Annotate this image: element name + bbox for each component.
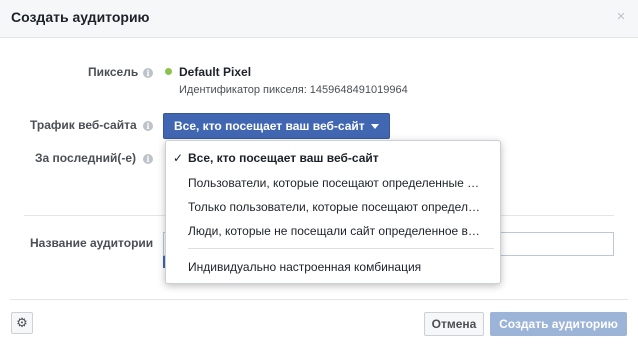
pixel-name: Default Pixel (179, 65, 252, 79)
dropdown-item-custom-combination[interactable]: Индивидуально настроенная комбинация (166, 255, 500, 279)
cancel-button[interactable]: Отмена (424, 312, 484, 336)
dropdown-item-label: Люди, которые не посещали сайт определен… (188, 224, 480, 238)
info-icon[interactable]: i (143, 121, 153, 131)
gear-icon[interactable]: ⚙ (11, 312, 33, 334)
dropdown-item-only-specific-pages[interactable]: Только пользователи, которые посещают оп… (166, 195, 500, 219)
traffic-select-label: Все, кто посещает ваш веб-сайт (174, 119, 365, 133)
dropdown-item-all-visitors[interactable]: ✓ Все, кто посещает ваш веб-сайт (166, 146, 500, 170)
info-icon[interactable]: i (143, 154, 153, 164)
traffic-select[interactable]: Все, кто посещает ваш веб-сайт (163, 113, 390, 139)
dropdown-separator (188, 248, 494, 249)
traffic-dropdown-menu: ✓ Все, кто посещает ваш веб-сайт Пользов… (165, 140, 501, 284)
period-label: За последний(-е) (35, 151, 137, 165)
pixel-id: Идентификатор пикселя: 1459648491019964 (179, 84, 408, 96)
dropdown-item-not-visited[interactable]: Люди, которые не посещали сайт определен… (166, 219, 500, 243)
dropdown-item-label: Все, кто посещает ваш веб-сайт (188, 151, 379, 165)
info-icon[interactable]: i (143, 68, 153, 78)
footer-divider (10, 299, 628, 300)
caret-down-icon (371, 124, 379, 129)
audience-name-label: Название аудитории (30, 236, 154, 250)
check-icon: ✓ (173, 151, 184, 165)
create-audience-dialog: Создать аудиторию × Пиксель i Default Pi… (0, 0, 638, 345)
pixel-status-dot (165, 68, 172, 75)
traffic-label: Трафик веб-сайта (30, 118, 137, 132)
dropdown-item-label: Пользователи, которые посещают определен… (188, 176, 480, 190)
dropdown-item-specific-pages[interactable]: Пользователи, которые посещают определен… (166, 171, 500, 195)
dialog-title: Создать аудиторию (11, 9, 150, 25)
pixel-label: Пиксель (88, 65, 139, 79)
dropdown-item-label: Только пользователи, которые посещают оп… (188, 200, 480, 214)
create-audience-button[interactable]: Создать аудиторию (490, 312, 627, 336)
dialog-header: Создать аудиторию × (0, 0, 638, 38)
close-icon[interactable]: × (614, 9, 628, 24)
dropdown-item-label: Индивидуально настроенная комбинация (188, 260, 422, 274)
